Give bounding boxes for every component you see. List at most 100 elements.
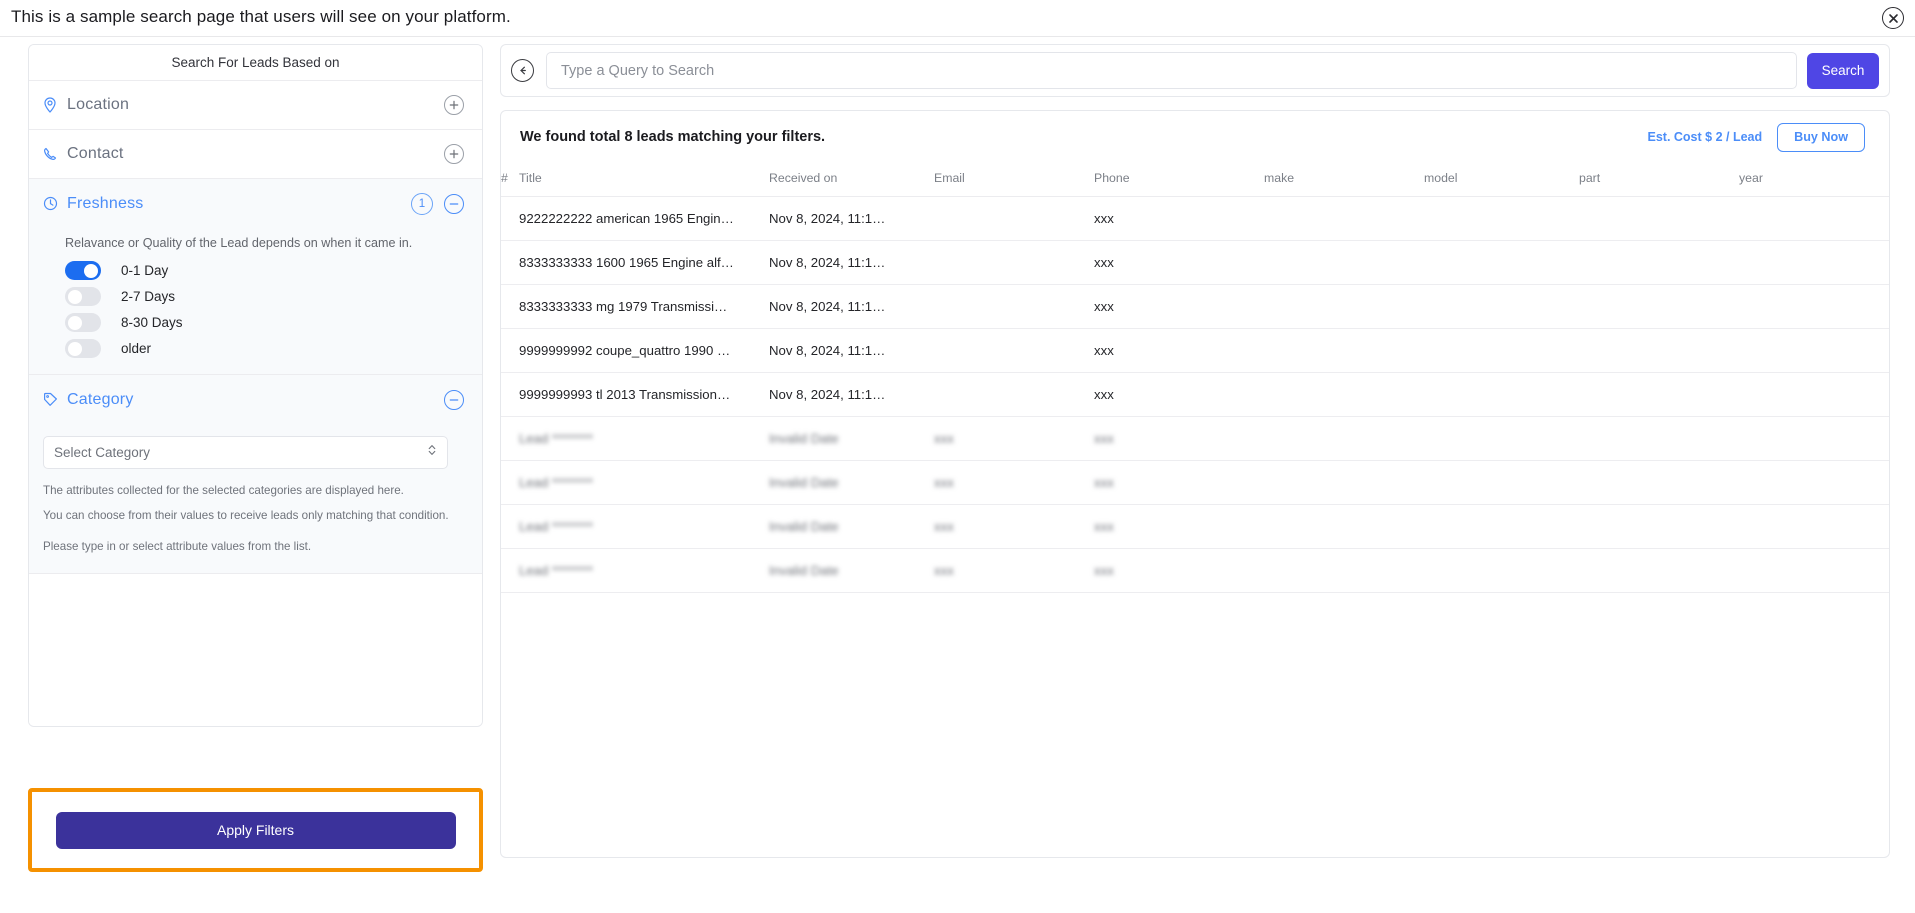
category-hint-1: The attributes collected for the selecte… bbox=[43, 484, 404, 497]
banner-text: This is a sample search page that users … bbox=[11, 7, 511, 26]
cell-year bbox=[1739, 328, 1889, 373]
cell-title: 8333333333 1600 1965 Engine alf… bbox=[519, 240, 769, 285]
leads-table-body: 9222222222 american 1965 Engin… Nov 8, 20… bbox=[501, 196, 1889, 593]
filter-section-contact[interactable]: Contact bbox=[29, 130, 482, 179]
cell-title: 9999999993 tl 2013 Transmission… bbox=[519, 372, 769, 417]
cell-received-on: Nov 8, 2024, 11:1… bbox=[769, 284, 934, 329]
cell-number bbox=[501, 372, 519, 417]
freshness-description: Relavance or Quality of the Lead depends… bbox=[65, 236, 413, 250]
cell-received-on: Nov 8, 2024, 11:1… bbox=[769, 372, 934, 417]
plus-circle-icon[interactable] bbox=[444, 95, 464, 115]
cell-model bbox=[1424, 328, 1579, 373]
cell-phone: xxx bbox=[1094, 460, 1264, 505]
cell-model bbox=[1424, 460, 1579, 505]
column-header-model[interactable]: model bbox=[1424, 163, 1579, 197]
cell-email bbox=[934, 328, 1094, 373]
cell-received-on: Invalid Date bbox=[769, 504, 934, 549]
results-header: We found total 8 leads matching your fil… bbox=[501, 111, 1889, 163]
freshness-option-2-7-days[interactable]: 2-7 Days bbox=[29, 285, 482, 308]
leads-table: # Title Received on Email Phone make mod… bbox=[501, 163, 1889, 593]
column-header-email[interactable]: Email bbox=[934, 163, 1094, 197]
cell-received-on: Invalid Date bbox=[769, 548, 934, 593]
table-header-row: # Title Received on Email Phone make mod… bbox=[501, 163, 1889, 197]
cell-phone: xxx bbox=[1094, 328, 1264, 373]
results-summary: We found total 8 leads matching your fil… bbox=[520, 129, 826, 145]
search-input[interactable] bbox=[546, 52, 1797, 89]
cell-number bbox=[501, 284, 519, 329]
tag-icon bbox=[43, 392, 67, 407]
clock-icon bbox=[43, 196, 67, 211]
filter-section-location[interactable]: Location bbox=[29, 81, 482, 130]
cell-received-on: Invalid Date bbox=[769, 460, 934, 505]
toggle-switch[interactable] bbox=[65, 261, 101, 280]
minus-circle-icon[interactable] bbox=[444, 389, 464, 410]
chevron-updown-icon bbox=[427, 443, 437, 462]
estimated-cost-label: Est. Cost $ 2 / Lead bbox=[1647, 130, 1763, 144]
column-header-part[interactable]: part bbox=[1579, 163, 1739, 197]
cell-part bbox=[1579, 548, 1739, 593]
column-header-received-on[interactable]: Received on bbox=[769, 163, 934, 197]
cell-phone: xxx bbox=[1094, 504, 1264, 549]
column-header-year[interactable]: year bbox=[1739, 163, 1889, 197]
results-panel: We found total 8 leads matching your fil… bbox=[500, 110, 1890, 858]
minus-circle-icon[interactable] bbox=[444, 193, 464, 214]
cell-part bbox=[1579, 460, 1739, 505]
toggle-switch[interactable] bbox=[65, 287, 101, 306]
cell-received-on: Invalid Date bbox=[769, 416, 934, 461]
table-row[interactable]: Lead ******** Invalid Date xxx xxx bbox=[501, 504, 1889, 549]
cell-email: xxx bbox=[934, 416, 1094, 461]
buy-now-button[interactable]: Buy Now bbox=[1777, 122, 1865, 152]
table-row[interactable]: Lead ******** Invalid Date xxx xxx bbox=[501, 460, 1889, 505]
cell-email: xxx bbox=[934, 504, 1094, 549]
filter-section-category[interactable]: Category bbox=[29, 375, 482, 424]
freshness-option-8-30-days[interactable]: 8-30 Days bbox=[29, 311, 482, 334]
cell-title: Lead ******** bbox=[519, 548, 769, 593]
freshness-option-0-1-day[interactable]: 0-1 Day bbox=[29, 259, 482, 282]
toggle-switch[interactable] bbox=[65, 339, 101, 358]
cell-email: xxx bbox=[934, 460, 1094, 505]
apply-filters-button[interactable]: Apply Filters bbox=[55, 811, 456, 849]
sidebar-title: Search For Leads Based on bbox=[29, 45, 482, 81]
category-panel: Select Category The attributes collected… bbox=[29, 424, 482, 574]
column-header-phone[interactable]: Phone bbox=[1094, 163, 1264, 197]
table-row[interactable]: 9222222222 american 1965 Engin… Nov 8, 20… bbox=[501, 196, 1889, 241]
filter-label-category: Category bbox=[67, 390, 134, 408]
toggle-label: older bbox=[121, 341, 152, 356]
map-pin-icon bbox=[43, 97, 67, 113]
table-row[interactable]: 9999999993 tl 2013 Transmission… Nov 8, 2… bbox=[501, 372, 1889, 417]
table-row[interactable]: 8333333333 1600 1965 Engine alf… Nov 8, 2… bbox=[501, 240, 1889, 285]
search-button[interactable]: Search bbox=[1807, 52, 1879, 89]
table-row[interactable]: Lead ******** Invalid Date xxx xxx bbox=[501, 548, 1889, 593]
cell-part bbox=[1579, 240, 1739, 285]
filter-section-freshness[interactable]: Freshness 1 bbox=[29, 179, 482, 228]
freshness-option-older[interactable]: older bbox=[29, 337, 482, 360]
cell-number bbox=[501, 504, 519, 549]
close-icon[interactable] bbox=[1882, 7, 1904, 29]
cell-make bbox=[1264, 196, 1424, 241]
back-arrow-circle-icon[interactable] bbox=[511, 59, 534, 82]
cell-email: xxx bbox=[934, 548, 1094, 593]
table-row[interactable]: 9999999992 coupe_quattro 1990 … Nov 8, 20… bbox=[501, 328, 1889, 373]
cell-title: 8333333333 mg 1979 Transmissi… bbox=[519, 284, 769, 329]
toggle-switch[interactable] bbox=[65, 313, 101, 332]
cell-phone: xxx bbox=[1094, 372, 1264, 417]
column-header-number[interactable]: # bbox=[501, 163, 519, 197]
table-row[interactable]: 8333333333 mg 1979 Transmissi… Nov 8, 202… bbox=[501, 284, 1889, 329]
cell-make bbox=[1264, 372, 1424, 417]
cell-part bbox=[1579, 284, 1739, 329]
freshness-options-panel: Relavance or Quality of the Lead depends… bbox=[29, 228, 482, 375]
cell-model bbox=[1424, 284, 1579, 329]
column-header-title[interactable]: Title bbox=[519, 163, 769, 197]
cell-email bbox=[934, 240, 1094, 285]
cell-number bbox=[501, 548, 519, 593]
cell-make bbox=[1264, 504, 1424, 549]
plus-circle-icon[interactable] bbox=[444, 144, 464, 164]
filters-sidebar: Search For Leads Based on Location Conta… bbox=[28, 44, 483, 727]
column-header-make[interactable]: make bbox=[1264, 163, 1424, 197]
table-row[interactable]: Lead ******** Invalid Date xxx xxx bbox=[501, 416, 1889, 461]
category-select[interactable]: Select Category bbox=[43, 436, 448, 469]
search-bar: Search bbox=[500, 44, 1890, 97]
cell-model bbox=[1424, 372, 1579, 417]
cell-make bbox=[1264, 548, 1424, 593]
freshness-selected-count: 1 bbox=[411, 192, 433, 215]
